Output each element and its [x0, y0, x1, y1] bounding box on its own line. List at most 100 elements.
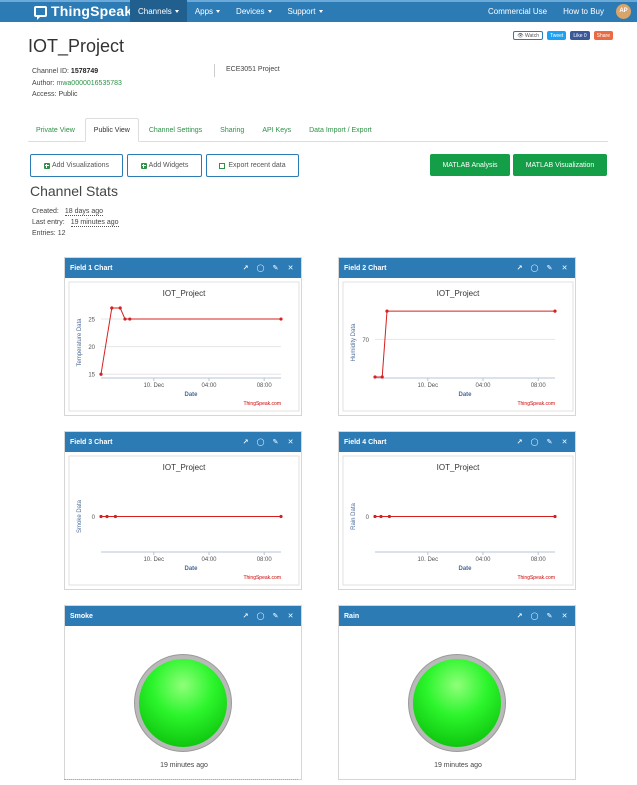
nav-channels[interactable]: Channels [130, 0, 187, 22]
nav-commercial-use[interactable]: Commercial Use [488, 7, 547, 16]
watch-button[interactable]: 👁︎ Watch [513, 31, 543, 40]
nav-how-to-buy[interactable]: How to Buy [563, 7, 604, 16]
close-icon[interactable]: ✕ [560, 264, 569, 273]
x-tick-label: 10. Dec [143, 557, 164, 563]
external-link-icon[interactable]: ↗ [241, 612, 250, 621]
add-widgets-button[interactable]: Add Widgets [127, 154, 202, 177]
comment-icon[interactable]: ◯ [256, 438, 265, 447]
x-tick-label: 04:00 [201, 383, 217, 389]
comment-icon[interactable]: ◯ [256, 264, 265, 273]
x-axis-label: Date [458, 392, 472, 398]
widget-header: Field 1 Chart ↗ ◯ ✎ ✕ [65, 258, 301, 278]
x-tick-label: 08:00 [531, 383, 547, 389]
widget-body: IOT_Project 0 10. Dec 04:00 08:00 Date Smoke D… [65, 452, 301, 589]
matlab-visualization-button[interactable]: MATLAB Visualization [513, 154, 607, 176]
lamp-indicator [408, 654, 506, 752]
external-link-icon[interactable]: ↗ [241, 264, 250, 273]
edit-pencil-icon[interactable]: ✎ [545, 264, 554, 273]
social-buttons: 👁︎ Watch Tweet Like 0 Share [509, 31, 613, 40]
data-point [387, 514, 391, 519]
access-row: Access: Public [32, 89, 122, 101]
comment-icon[interactable]: ◯ [530, 264, 539, 273]
widget-body: 19 minutes ago [339, 626, 575, 779]
data-point [279, 317, 283, 321]
close-icon[interactable]: ✕ [560, 612, 569, 621]
edit-pencil-icon[interactable]: ✎ [271, 264, 280, 273]
like-label: Like 0 [573, 32, 587, 39]
channel-id-row: Channel ID: 1578749 [32, 66, 122, 78]
brand-logo[interactable]: ThingSpeak™ [34, 2, 140, 20]
channel-stats-title: Channel Stats [30, 183, 118, 199]
y-tick-label: 25 [88, 318, 95, 324]
add-visualizations-button[interactable]: Add Visualizations [30, 154, 123, 177]
external-link-icon[interactable]: ↗ [241, 438, 250, 447]
tweet-label: Tweet [549, 32, 564, 39]
y-tick-label: 0 [92, 515, 96, 521]
field-3-chart: IOT_Project 0 10. Dec 04:00 08:00 Date Smoke D… [68, 455, 300, 586]
chart-title: IOT_Project [163, 463, 206, 472]
external-link-icon[interactable]: ↗ [515, 264, 524, 273]
widget-body: 19 minutes ago [65, 626, 301, 779]
author-link[interactable]: mwa0000016535783 [57, 80, 122, 87]
channel-id: 1578749 [70, 68, 99, 75]
widget-title: Field 2 Chart [344, 264, 387, 272]
close-icon[interactable]: ✕ [286, 438, 295, 447]
y-axis-label: Smoke Data [77, 499, 83, 533]
chevron-down-icon [216, 9, 221, 13]
chart-credit: ThingSpeak.com [517, 401, 555, 407]
share-button[interactable]: Share [593, 31, 613, 40]
y-axis-label: Temperature Data [77, 318, 83, 367]
add-widgets-label: Add Widgets [148, 162, 189, 169]
tab-api-keys[interactable]: API Keys [254, 118, 299, 142]
edit-pencil-icon[interactable]: ✎ [271, 612, 280, 621]
matlab-analysis-button[interactable]: MATLAB Analysis [430, 154, 510, 176]
widget-toolbar: ↗ ◯ ✎ ✕ [509, 606, 569, 626]
widget-body: IOT_Project 70 10. Dec 04:00 08:00 Date Humidi… [339, 278, 575, 415]
lamp-timestamp: 19 minutes ago [434, 762, 482, 769]
widget-title: Field 3 Chart [70, 438, 113, 446]
tab-data-import-export[interactable]: Data Import / Export [301, 118, 380, 142]
chart-credit: ThingSpeak.com [243, 575, 281, 581]
comment-icon[interactable]: ◯ [530, 612, 539, 621]
close-icon[interactable]: ✕ [286, 612, 295, 621]
share-label: Share [596, 32, 610, 39]
widget-header: Rain ↗ ◯ ✎ ✕ [339, 606, 575, 626]
nav-channels-label: Channels [138, 6, 172, 16]
smoke-lamp-widget: Smoke ↗ ◯ ✎ ✕ 19 minutes ago [64, 605, 302, 780]
tab-channel-settings[interactable]: Channel Settings [141, 118, 210, 142]
export-recent-data-button[interactable]: Export recent data [206, 154, 299, 177]
external-link-icon[interactable]: ↗ [515, 438, 524, 447]
export-label: Export recent data [228, 162, 286, 169]
close-icon[interactable]: ✕ [560, 438, 569, 447]
comment-icon[interactable]: ◯ [256, 612, 265, 621]
edit-pencil-icon[interactable]: ✎ [545, 438, 554, 447]
widget-toolbar: ↗ ◯ ✎ ✕ [509, 432, 569, 452]
entries-value: 12 [57, 230, 66, 237]
close-icon[interactable]: ✕ [286, 264, 295, 273]
tab-sharing[interactable]: Sharing [212, 118, 252, 142]
data-point [99, 514, 103, 519]
author-row: Author: mwa0000016535783 [32, 78, 122, 90]
tab-public-view[interactable]: Public View [84, 118, 139, 142]
chart-title: IOT_Project [437, 463, 480, 472]
edit-pencil-icon[interactable]: ✎ [545, 612, 554, 621]
widget-title: Smoke [70, 612, 93, 620]
user-avatar[interactable]: AP [616, 3, 631, 19]
like-button[interactable]: Like 0 [570, 31, 590, 40]
field-3-chart-widget: Field 3 Chart ↗ ◯ ✎ ✕ IOT_Project 0 10. De… [64, 431, 302, 590]
nav-support[interactable]: Support [280, 0, 331, 22]
tweet-button[interactable]: Tweet [546, 31, 567, 40]
x-axis-label: Date [458, 566, 472, 572]
last-entry-label: Last entry: [32, 219, 65, 226]
external-link-icon[interactable]: ↗ [515, 612, 524, 621]
plus-icon [140, 162, 147, 169]
y-axis-label: Rain Data [351, 503, 357, 530]
nav-devices[interactable]: Devices [228, 0, 279, 22]
tab-private-view[interactable]: Private View [28, 118, 83, 142]
nav-apps[interactable]: Apps [187, 0, 228, 22]
edit-pencil-icon[interactable]: ✎ [271, 438, 280, 447]
comment-icon[interactable]: ◯ [530, 438, 539, 447]
x-tick-label: 04:00 [201, 557, 217, 563]
chevron-down-icon [267, 9, 272, 13]
x-tick-label: 08:00 [257, 383, 273, 389]
